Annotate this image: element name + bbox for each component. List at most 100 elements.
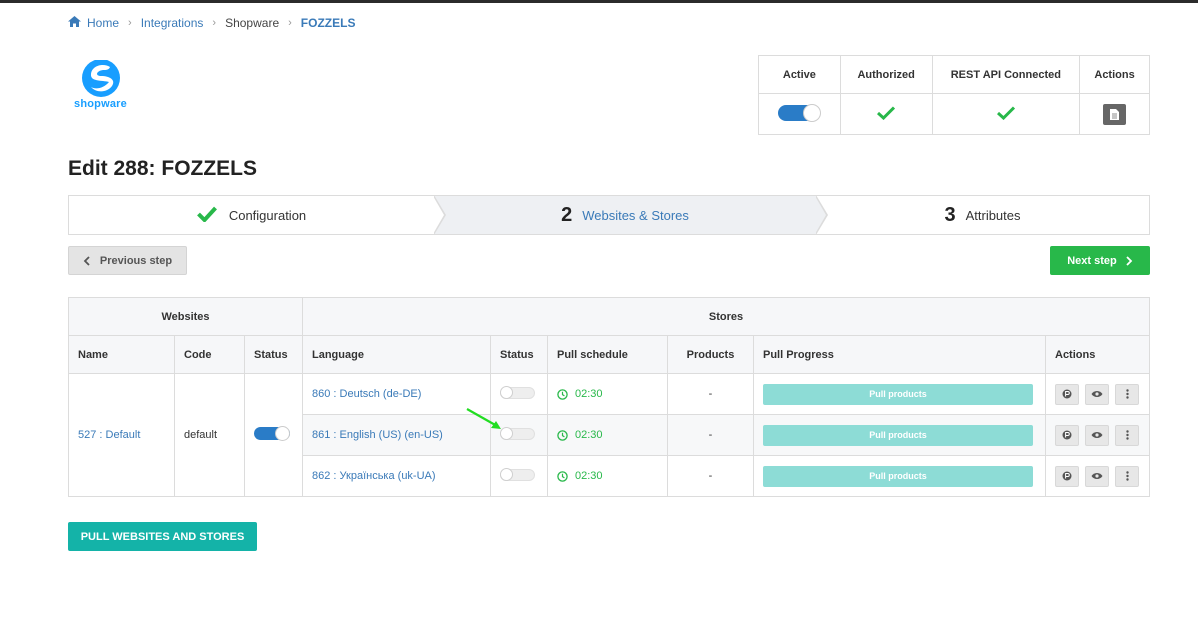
store-status-toggle[interactable] [500,467,535,481]
breadcrumb-separator: › [288,17,292,29]
next-step-label: Next step [1067,254,1117,267]
pull-schedule-cell: 02:30 [547,455,668,497]
pull-websites-stores-button[interactable]: PULL WEBSITES AND STORES [68,522,257,551]
more-action-button[interactable] [1115,424,1139,446]
step-divider [433,195,446,235]
pull-progress-cell: Pull products [753,455,1046,497]
step-attributes[interactable]: 3 Attributes [816,196,1149,234]
step-configuration[interactable]: Configuration [69,195,446,235]
status-header-rest-api: REST API Connected [931,54,1081,95]
website-name-link[interactable]: 527 : Default [78,429,140,441]
pull-products-button[interactable]: Pull products [763,424,1033,446]
pull-icon [1062,389,1072,399]
logo-text: shopware [74,98,127,110]
pull-action-button[interactable] [1055,424,1079,446]
pull-schedule-time[interactable]: 02:30 [575,388,603,400]
store-status-cell [490,455,548,497]
store-status-toggle[interactable] [500,385,535,399]
status-header-actions: Actions [1079,54,1150,95]
breadcrumb-integrations[interactable]: Integrations [141,16,204,30]
col-code: Code [174,335,245,374]
previous-step-label: Previous step [99,254,173,267]
store-language-cell: 861 : English (US) (en-US) [302,414,491,456]
kebab-menu-icon [1125,430,1129,440]
annotation-arrow-icon [466,408,501,429]
store-language-cell: 862 : Українська (uk-UA) [302,455,491,497]
store-actions-cell [1045,414,1150,456]
pull-icon [1062,471,1072,481]
pull-schedule-time[interactable]: 02:30 [575,429,603,441]
previous-step-button[interactable]: Previous step [68,246,187,275]
pull-schedule-time[interactable]: 02:30 [575,470,603,482]
table-row: 527 : Default default 860 : Deutsch (de-… [68,373,1150,497]
view-action-button[interactable] [1085,465,1109,487]
step-label: Configuration [228,207,307,223]
eye-icon [1091,473,1103,479]
col-name: Name [68,335,175,374]
eye-icon [1091,432,1103,438]
document-icon [1110,108,1120,120]
step-number: 3 [944,203,956,226]
website-code: default [174,373,245,497]
view-action-button[interactable] [1085,383,1109,405]
col-website-status: Status [244,335,303,374]
next-step-button[interactable]: Next step [1050,246,1150,275]
store-language-link[interactable]: 861 : English (US) (en-US) [312,429,443,441]
pull-progress-cell: Pull products [753,414,1046,456]
store-status-toggle[interactable] [500,426,535,440]
col-pull-schedule: Pull schedule [547,335,668,374]
pull-products-button[interactable]: Pull products [763,383,1033,405]
store-language-cell: 860 : Deutsch (de-DE) [302,373,491,415]
home-icon[interactable] [68,16,81,30]
website-name-cell: 527 : Default [68,373,175,497]
group-header-websites: Websites [68,297,303,336]
page-title: Edit 288: FOZZELS [68,157,258,180]
view-action-button[interactable] [1085,424,1109,446]
status-header-active: Active [758,54,841,95]
store-language-link[interactable]: 862 : Українська (uk-UA) [312,470,436,482]
pull-icon [1062,430,1072,440]
store-language-link[interactable]: 860 : Deutsch (de-DE) [312,388,421,400]
website-status-cell [244,373,303,497]
step-label: Attributes [965,207,1021,223]
step-websites-stores[interactable]: 2 Websites & Stores [434,195,828,235]
products-count: - [667,373,754,415]
check-icon [877,106,896,120]
step-number: 2 [561,203,573,226]
more-action-button[interactable] [1115,465,1139,487]
kebab-menu-icon [1125,471,1129,481]
store-actions-cell [1045,455,1150,497]
breadcrumb-home[interactable]: Home [87,16,119,30]
breadcrumb: Home › Integrations › Shopware › FOZZELS [68,16,355,30]
rest-api-cell [931,93,1081,135]
pull-products-button[interactable]: Pull products [763,465,1033,487]
eye-icon [1091,391,1103,397]
status-header-authorized: Authorized [839,54,933,95]
website-status-toggle[interactable] [254,426,290,441]
document-button[interactable] [1103,103,1127,125]
wizard-stepper: Configuration 2 Websites & Stores 3 Attr… [68,195,1150,235]
products-count: - [667,455,754,497]
step-divider [815,195,828,235]
more-action-button[interactable] [1115,383,1139,405]
col-pull-progress: Pull Progress [753,335,1046,374]
clock-icon [557,388,568,400]
chevron-right-icon [1126,255,1133,266]
active-toggle[interactable] [778,103,822,122]
check-icon [196,206,217,225]
pull-action-button[interactable] [1055,465,1079,487]
pull-action-button[interactable] [1055,383,1079,405]
col-language: Language [302,335,491,374]
chevron-left-icon [83,255,90,266]
breadcrumb-separator: › [128,17,132,29]
actions-cell [1079,93,1150,135]
store-actions-cell [1045,373,1150,415]
col-store-status: Status [490,335,548,374]
clock-icon [557,470,568,482]
breadcrumb-shopware: Shopware [225,16,280,30]
breadcrumb-current: FOZZELS [300,16,356,30]
top-bar [0,0,1198,3]
group-header-stores: Stores [302,297,1150,336]
kebab-menu-icon [1125,389,1129,399]
pull-progress-cell: Pull products [753,373,1046,415]
